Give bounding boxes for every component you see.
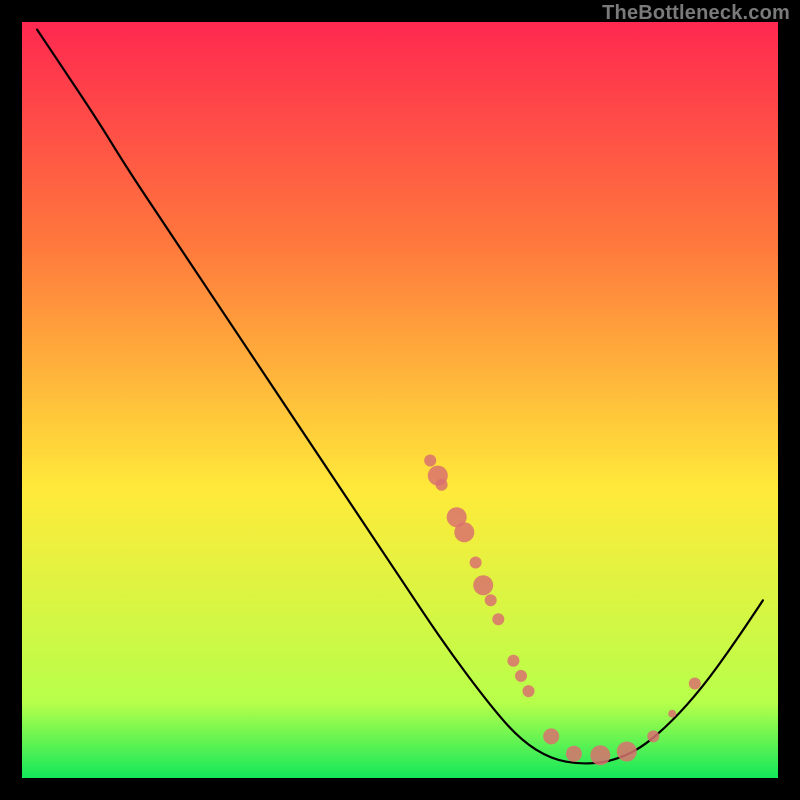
scatter-point [492,613,504,625]
scatter-point [668,710,676,718]
scatter-point [436,479,448,491]
chart-stage: TheBottleneck.com [0,0,800,800]
scatter-point [523,685,535,697]
scatter-point [543,728,559,744]
chart-svg [22,22,778,778]
scatter-point [507,655,519,667]
scatter-point [470,557,482,569]
scatter-point [454,522,474,542]
chart-plot [22,22,778,778]
scatter-point [424,455,436,467]
scatter-point [617,742,637,762]
scatter-point [473,575,493,595]
scatter-point [647,730,659,742]
gradient-background [22,22,778,778]
scatter-point [485,594,497,606]
scatter-point [689,678,701,690]
scatter-point [590,745,610,765]
scatter-point [515,670,527,682]
scatter-point [566,746,582,762]
